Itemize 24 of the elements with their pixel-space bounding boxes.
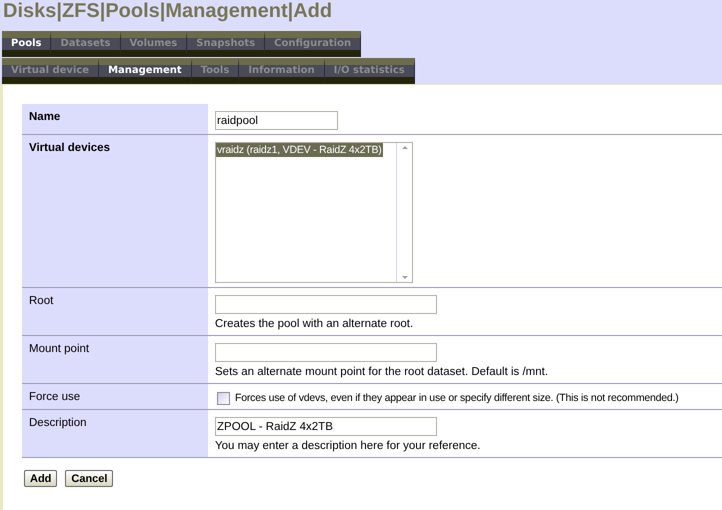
tab[interactable]: Management [99,58,192,84]
add-button[interactable]: Add [24,470,58,487]
field-hint: Sets an alternate mount point for the root dataset. Default is /mnt. [215,365,550,379]
field-hint: Creates the pool with an alternate root. [215,317,414,331]
field-label: Description [29,417,87,429]
checkbox[interactable] [217,392,230,404]
text-field[interactable]: raidpool [215,111,338,130]
field-label: Force use [29,391,80,403]
listbox[interactable]: vraidz (raidz1, VDEV - RaidZ 4x2TB) [215,142,413,283]
page-title: Disks|ZFS|Pools|Management|Add [2,0,334,24]
field-label: Name [29,111,60,123]
field-label: Mount point [29,343,90,355]
scroll-up-icon[interactable] [402,146,408,149]
scroll-down-icon[interactable] [402,276,408,279]
text-field[interactable] [215,343,437,362]
field-label: Virtual devices [29,142,110,154]
cancel-button[interactable]: Cancel [65,470,114,487]
field-hint: You may enter a description here for your reference. [215,439,482,453]
tab[interactable]: Pools [2,31,52,57]
text-field[interactable]: ZPOOL - RaidZ 4x2TB [215,417,437,436]
text-field[interactable] [215,295,437,314]
field-label: Root [29,295,54,307]
list-option[interactable]: vraidz (raidz1, VDEV - RaidZ 4x2TB) [216,143,383,157]
checkbox-label: Forces use of vdevs, even if they appear in use or specify different size. (This is not recommended.) [235,391,679,405]
